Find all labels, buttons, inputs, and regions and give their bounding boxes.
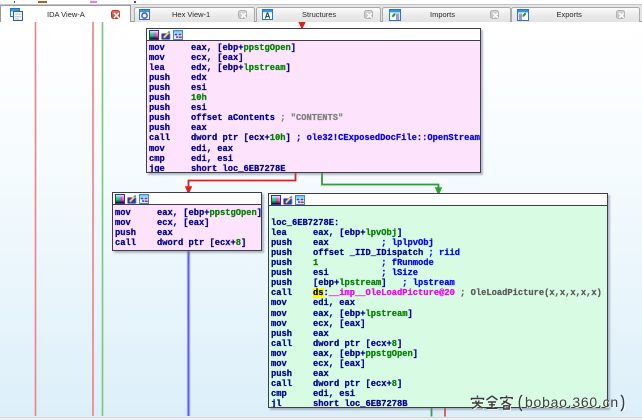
svg-text:A: A xyxy=(265,12,271,21)
svg-text:bobao.360.cn: bobao.360.cn xyxy=(525,394,619,410)
